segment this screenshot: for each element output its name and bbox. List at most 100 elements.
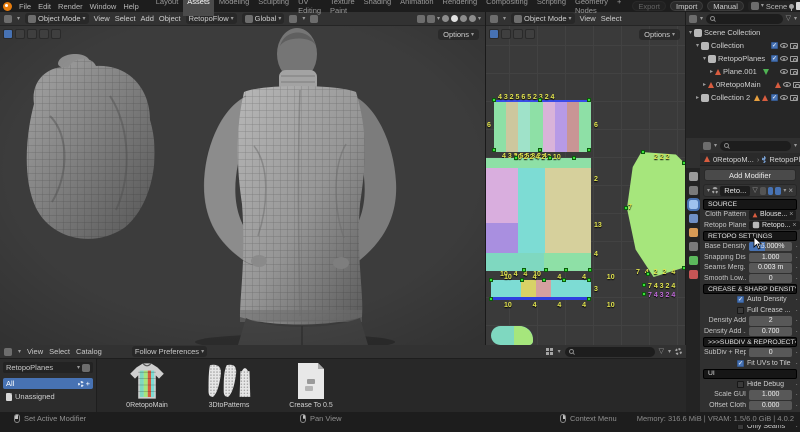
animate-dot[interactable]: · bbox=[795, 316, 798, 325]
pattern-small-piece[interactable] bbox=[491, 326, 533, 345]
menu-help[interactable]: Help bbox=[123, 2, 138, 11]
realtime-toggle-icon[interactable] bbox=[768, 187, 774, 195]
animate-dot[interactable]: · bbox=[795, 327, 798, 336]
menu-select[interactable]: Select bbox=[49, 347, 70, 356]
animate-dot[interactable]: · bbox=[795, 242, 798, 251]
scale-tool[interactable] bbox=[51, 29, 61, 39]
tab-geometry-nodes[interactable]: Geometry Nodes bbox=[571, 0, 612, 16]
disclosure-icon[interactable]: ▸ bbox=[703, 82, 706, 88]
animate-dot[interactable]: · bbox=[795, 295, 798, 304]
blender-logo-icon[interactable] bbox=[3, 2, 12, 11]
tab-modeling[interactable]: Modeling bbox=[215, 0, 253, 16]
disclosure-icon[interactable]: ▾ bbox=[696, 43, 699, 49]
properties-search-input[interactable] bbox=[720, 141, 791, 151]
disclosure-icon[interactable]: ▸ bbox=[696, 95, 699, 101]
cloth-pattern-field[interactable]: Blouse...× bbox=[749, 210, 796, 220]
prop-label[interactable]: Full Crease ... bbox=[747, 307, 791, 314]
section-source[interactable]: SOURCE bbox=[703, 199, 797, 210]
menu-view[interactable]: View bbox=[27, 347, 43, 356]
outliner-row-collection[interactable]: ▾ Collection ✓ bbox=[686, 39, 800, 52]
eye-icon[interactable] bbox=[780, 95, 788, 100]
display-settings-icon[interactable] bbox=[546, 348, 549, 351]
catalog-item-unassigned[interactable]: Unassigned bbox=[3, 391, 93, 402]
tab-scripting[interactable]: Scripting bbox=[533, 0, 570, 16]
animate-dot[interactable]: · bbox=[795, 401, 798, 410]
snapping-distance-slider[interactable]: 1.000 bbox=[749, 253, 792, 263]
breadcrumb-modifier[interactable]: RetopoPlan... bbox=[769, 155, 800, 164]
move-tool[interactable] bbox=[27, 29, 37, 39]
material-shading-icon[interactable] bbox=[460, 15, 467, 22]
fit-uvs-checkbox[interactable]: ✓ bbox=[737, 360, 744, 367]
add-workspace-button[interactable]: + bbox=[613, 0, 625, 16]
outliner-row-collection-2[interactable]: ▸ Collection 2 ✓ bbox=[686, 91, 800, 104]
filter-icon[interactable]: ▽ bbox=[659, 348, 664, 355]
disclosure-icon[interactable]: ▸ bbox=[710, 69, 713, 75]
close-modifier-icon[interactable]: × bbox=[788, 186, 793, 195]
editor-type-icon[interactable] bbox=[4, 15, 12, 23]
animate-dot[interactable]: · bbox=[795, 274, 798, 283]
tab-uv-editing[interactable]: UV Editing bbox=[294, 0, 325, 16]
breadcrumb-object[interactable]: 0RetopoM... bbox=[713, 155, 754, 164]
outliner-row-plane-001[interactable]: ▸ Plane.001 bbox=[686, 65, 800, 78]
animate-dot[interactable]: · bbox=[795, 390, 798, 399]
refresh-icon[interactable] bbox=[78, 381, 84, 387]
offset-cloth-slider[interactable]: 0.000 bbox=[749, 401, 792, 411]
pattern-right-piece[interactable] bbox=[614, 152, 685, 277]
new-scene-icon[interactable] bbox=[796, 2, 800, 10]
edit-mode-toggle-icon[interactable] bbox=[760, 187, 766, 195]
scale-gui-slider[interactable]: 1.000 bbox=[749, 390, 792, 400]
camera-icon[interactable] bbox=[790, 95, 798, 101]
3d-options-button[interactable]: Options▾ bbox=[438, 29, 479, 40]
animate-dot[interactable]: · bbox=[795, 348, 798, 357]
catalog-item-all[interactable]: All + bbox=[3, 378, 93, 389]
import-button[interactable]: Import bbox=[670, 1, 703, 11]
smooth-low-slider[interactable]: 0 bbox=[749, 274, 792, 284]
import-method-dropdown[interactable]: Follow Preferences▾ bbox=[132, 346, 207, 357]
add-catalog-icon[interactable]: + bbox=[86, 379, 90, 388]
tool-tab-icon[interactable] bbox=[689, 172, 698, 181]
hide-debug-checkbox[interactable] bbox=[737, 381, 744, 388]
tab-rendering[interactable]: Rendering bbox=[439, 0, 482, 16]
object-tab-icon[interactable] bbox=[689, 228, 698, 237]
tab-animation[interactable]: Animation bbox=[396, 0, 437, 16]
tab-texture-paint[interactable]: Texture Paint bbox=[326, 0, 359, 16]
animate-dot[interactable]: · bbox=[795, 263, 798, 272]
add-modifier-button[interactable]: Add Modifier bbox=[704, 169, 796, 181]
select-box-tool[interactable] bbox=[489, 29, 499, 39]
pin-icon[interactable] bbox=[789, 4, 794, 9]
outliner-row-retopoplanes[interactable]: ▾ RetopoPlanes ✓ bbox=[686, 52, 800, 65]
3d-viewport[interactable]: ▾ Object Mode▾ View Select Add Object Re… bbox=[0, 12, 485, 345]
prop-label[interactable]: Fit UVs to Tile bbox=[747, 360, 791, 367]
modifier-name-field[interactable]: Reto... bbox=[720, 186, 750, 196]
section-ui[interactable]: UI bbox=[703, 369, 797, 380]
eye-icon[interactable] bbox=[780, 69, 788, 74]
disclosure-icon[interactable]: ▾ bbox=[689, 30, 692, 36]
prop-label[interactable]: Hide Debug bbox=[747, 381, 784, 388]
select-box-tool[interactable] bbox=[3, 29, 13, 39]
editor-type-icon[interactable] bbox=[4, 348, 12, 356]
physics-tab-icon[interactable] bbox=[689, 214, 698, 223]
material-tab-icon[interactable] bbox=[689, 270, 698, 279]
seams-merge-slider[interactable]: 0.003 m bbox=[749, 263, 792, 273]
menu-file[interactable]: File bbox=[19, 2, 31, 11]
tab-shading[interactable]: Shading bbox=[360, 0, 396, 16]
asset-search-input[interactable] bbox=[565, 347, 655, 357]
render-tab-icon[interactable] bbox=[689, 186, 698, 195]
chevron-down-icon[interactable]: ▾ bbox=[783, 188, 786, 194]
filter-icon[interactable]: ▽ bbox=[786, 15, 791, 22]
rendered-shading-icon[interactable] bbox=[469, 15, 476, 22]
gear-icon[interactable] bbox=[675, 348, 682, 355]
animate-dot[interactable]: · bbox=[795, 306, 798, 315]
subdiv-rep-slider[interactable]: 0 bbox=[749, 348, 792, 358]
camera-icon[interactable] bbox=[790, 56, 798, 62]
eye-icon[interactable] bbox=[780, 56, 788, 61]
catalog-selector[interactable]: RetopoPlanes ▾ bbox=[3, 362, 93, 373]
disclosure-icon[interactable]: ▾ bbox=[707, 188, 710, 194]
tab-compositing[interactable]: Compositing bbox=[482, 0, 532, 16]
collection-checkbox[interactable]: ✓ bbox=[771, 94, 778, 101]
eye-icon[interactable] bbox=[780, 43, 788, 48]
wireframe-shading-icon[interactable] bbox=[442, 15, 449, 22]
density-add-2-slider[interactable]: 0.700 bbox=[749, 327, 792, 337]
retopo-planes-field[interactable]: Retopo...× bbox=[749, 221, 800, 231]
collection-checkbox[interactable]: ✓ bbox=[771, 55, 778, 62]
